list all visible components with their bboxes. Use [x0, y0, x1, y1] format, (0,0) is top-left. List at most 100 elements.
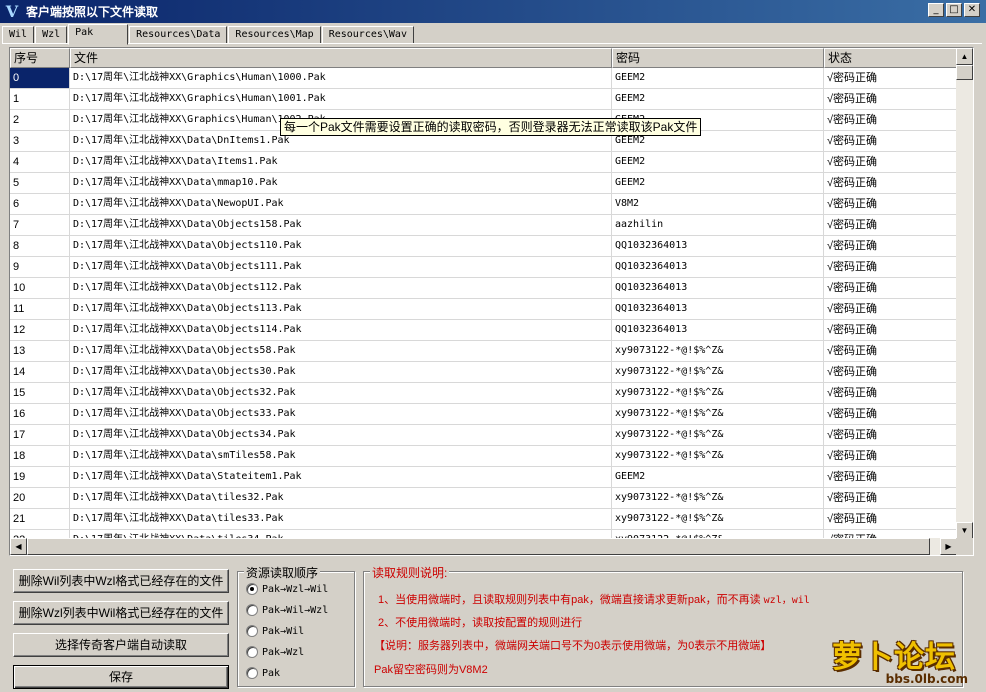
cell-status[interactable]: √密码正确 [824, 131, 957, 151]
table-row[interactable]: 19 D:\17周年\江北战神XX\Data\Stateitem1.Pak GEEM… [10, 467, 957, 488]
cell-index[interactable]: 21 [10, 509, 70, 529]
scroll-up-button[interactable]: ▲ [956, 48, 973, 65]
cell-index[interactable]: 6 [10, 194, 70, 214]
horizontal-scroll-thumb[interactable] [27, 538, 930, 555]
table-row[interactable]: 5 D:\17周年\江北战神XX\Data\mmap10.Pak GEEM2 √密码正… [10, 173, 957, 194]
vertical-scrollbar[interactable]: ▲ ▼ [956, 48, 973, 539]
cell-password[interactable]: GEEM2 [612, 68, 824, 88]
table-row[interactable]: 6 D:\17周年\江北战神XX\Data\NewopUI.Pak V8M2 √密码正… [10, 194, 957, 215]
radio-pak-wil[interactable]: Pak→Wil [246, 625, 304, 637]
table-row[interactable]: 14 D:\17周年\江北战神XX\Data\Objects30.Pak xy907… [10, 362, 957, 383]
cell-status[interactable]: √密码正确 [824, 362, 957, 382]
scroll-right-button[interactable]: ▶ [940, 538, 957, 555]
cell-index[interactable]: 3 [10, 131, 70, 151]
tab-wil[interactable]: Wil [2, 26, 35, 44]
cell-password[interactable]: QQ1032364013 [612, 257, 824, 277]
cell-file[interactable]: D:\17周年\江北战神XX\Data\Stateitem1.Pak [70, 467, 612, 487]
cell-index[interactable]: 2 [10, 110, 70, 130]
cell-file[interactable]: D:\17周年\江北战神XX\Data\Objects113.Pak [70, 299, 612, 319]
cell-file[interactable]: D:\17周年\江北战神XX\Data\NewopUI.Pak [70, 194, 612, 214]
cell-password[interactable]: GEEM2 [612, 173, 824, 193]
tab-pak[interactable]: Pak [68, 24, 129, 45]
cell-password[interactable]: xy9073122-*@!$%^Z& [612, 383, 824, 403]
tab-resources-map[interactable]: Resources\Map [228, 26, 321, 44]
column-header-index[interactable]: 序号 [10, 48, 70, 68]
minimize-button[interactable]: _ [928, 3, 944, 17]
cell-password[interactable]: QQ1032364013 [612, 320, 824, 340]
cell-index[interactable]: 10 [10, 278, 70, 298]
horizontal-scrollbar[interactable]: ◀ ▶ [10, 538, 957, 555]
scroll-left-button[interactable]: ◀ [10, 538, 27, 555]
table-row[interactable]: 15 D:\17周年\江北战神XX\Data\Objects32.Pak xy907… [10, 383, 957, 404]
cell-status[interactable]: √密码正确 [824, 467, 957, 487]
cell-status[interactable]: √密码正确 [824, 110, 957, 130]
cell-status[interactable]: √密码正确 [824, 173, 957, 193]
delete-wzl-duplicates-button[interactable]: 删除Wzl列表中Wil格式已经存在的文件 [13, 601, 229, 625]
cell-index[interactable]: 9 [10, 257, 70, 277]
table-row[interactable]: 16 D:\17周年\江北战神XX\Data\Objects33.Pak xy907… [10, 404, 957, 425]
cell-password[interactable]: QQ1032364013 [612, 299, 824, 319]
table-row[interactable]: 9 D:\17周年\江北战神XX\Data\Objects111.Pak QQ103… [10, 257, 957, 278]
scroll-down-button[interactable]: ▼ [956, 522, 973, 539]
cell-index[interactable]: 18 [10, 446, 70, 466]
cell-status[interactable]: √密码正确 [824, 446, 957, 466]
tab-resources-wav[interactable]: Resources\Wav [321, 26, 414, 44]
cell-file[interactable]: D:\17周年\江北战神XX\Data\Items1.Pak [70, 152, 612, 172]
cell-status[interactable]: √密码正确 [824, 215, 957, 235]
cell-index[interactable]: 19 [10, 467, 70, 487]
cell-status[interactable]: √密码正确 [824, 320, 957, 340]
table-row[interactable]: 10 D:\17周年\江北战神XX\Data\Objects112.Pak QQ10… [10, 278, 957, 299]
cell-index[interactable]: 12 [10, 320, 70, 340]
cell-index[interactable]: 16 [10, 404, 70, 424]
cell-index[interactable]: 1 [10, 89, 70, 109]
radio-pak-wzl[interactable]: Pak→Wzl [246, 646, 304, 658]
cell-status[interactable]: √密码正确 [824, 236, 957, 256]
cell-index[interactable]: 17 [10, 425, 70, 445]
cell-password[interactable]: xy9073122-*@!$%^Z& [612, 362, 824, 382]
close-button[interactable]: ✕ [964, 3, 980, 17]
table-row[interactable]: 12 D:\17周年\江北战神XX\Data\Objects114.Pak QQ10… [10, 320, 957, 341]
column-header-password[interactable]: 密码 [612, 48, 824, 68]
cell-status[interactable]: √密码正确 [824, 152, 957, 172]
save-button[interactable]: 保存 [13, 665, 229, 689]
cell-file[interactable]: D:\17周年\江北战神XX\Data\Objects110.Pak [70, 236, 612, 256]
cell-file[interactable]: D:\17周年\江北战神XX\Data\Objects30.Pak [70, 362, 612, 382]
cell-password[interactable]: xy9073122-*@!$%^Z& [612, 488, 824, 508]
auto-read-client-button[interactable]: 选择传奇客户端自动读取 [13, 633, 229, 657]
radio-pak-wzl-wil[interactable]: Pak→Wzl→Wil [246, 583, 328, 595]
cell-status[interactable]: √密码正确 [824, 278, 957, 298]
cell-status[interactable]: √密码正确 [824, 425, 957, 445]
radio-pak-wil-wzl[interactable]: Pak→Wil→Wzl [246, 604, 328, 616]
table-row[interactable]: 1 D:\17周年\江北战神XX\Graphics\Human\1001.Pak G… [10, 89, 957, 110]
cell-status[interactable]: √密码正确 [824, 194, 957, 214]
cell-file[interactable]: D:\17周年\江北战神XX\Data\Objects58.Pak [70, 341, 612, 361]
cell-index[interactable]: 0 [10, 68, 70, 88]
table-row[interactable]: 18 D:\17周年\江北战神XX\Data\smTiles58.Pak xy907… [10, 446, 957, 467]
cell-password[interactable]: GEEM2 [612, 89, 824, 109]
cell-index[interactable]: 7 [10, 215, 70, 235]
table-row[interactable]: 7 D:\17周年\江北战神XX\Data\Objects158.Pak aazhi… [10, 215, 957, 236]
cell-index[interactable]: 13 [10, 341, 70, 361]
cell-password[interactable]: QQ1032364013 [612, 236, 824, 256]
cell-index[interactable]: 20 [10, 488, 70, 508]
table-row[interactable]: 8 D:\17周年\江北战神XX\Data\Objects110.Pak QQ103… [10, 236, 957, 257]
cell-index[interactable]: 14 [10, 362, 70, 382]
table-row[interactable]: 4 D:\17周年\江北战神XX\Data\Items1.Pak GEEM2 √密码正… [10, 152, 957, 173]
cell-index[interactable]: 15 [10, 383, 70, 403]
cell-file[interactable]: D:\17周年\江北战神XX\Graphics\Human\1000.Pak [70, 68, 612, 88]
cell-password[interactable]: xy9073122-*@!$%^Z& [612, 446, 824, 466]
title-bar[interactable]: V 客户端按照以下文件读取 _ □ ✕ [0, 0, 986, 23]
column-header-file[interactable]: 文件 [70, 48, 612, 68]
cell-file[interactable]: D:\17周年\江北战神XX\Data\Objects111.Pak [70, 257, 612, 277]
radio-pak[interactable]: Pak [246, 667, 280, 679]
cell-password[interactable]: aazhilin [612, 215, 824, 235]
cell-password[interactable]: V8M2 [612, 194, 824, 214]
cell-status[interactable]: √密码正确 [824, 299, 957, 319]
cell-status[interactable]: √密码正确 [824, 89, 957, 109]
cell-index[interactable]: 4 [10, 152, 70, 172]
cell-status[interactable]: √密码正确 [824, 404, 957, 424]
delete-wil-duplicates-button[interactable]: 删除Wil列表中Wzl格式已经存在的文件 [13, 569, 229, 593]
cell-password[interactable]: xy9073122-*@!$%^Z& [612, 341, 824, 361]
cell-file[interactable]: D:\17周年\江北战神XX\Data\mmap10.Pak [70, 173, 612, 193]
table-row[interactable]: 21 D:\17周年\江北战神XX\Data\tiles33.Pak xy90731… [10, 509, 957, 530]
